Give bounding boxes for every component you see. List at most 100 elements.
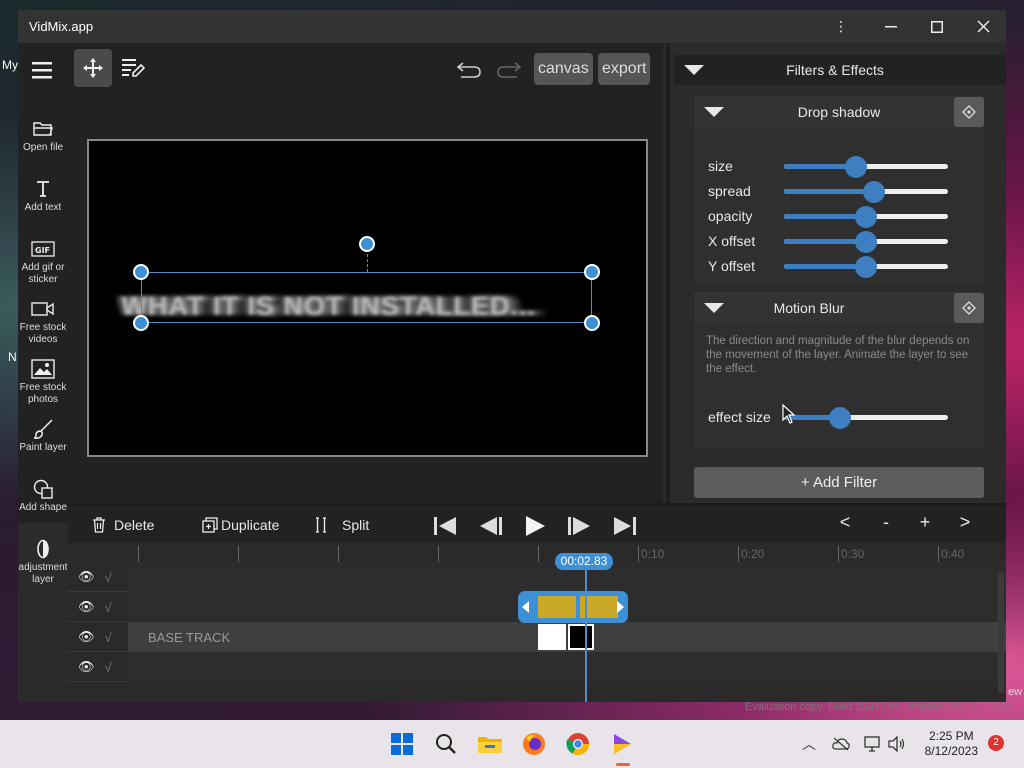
maximize-button[interactable] bbox=[914, 10, 960, 43]
zoom-in-button[interactable]: + bbox=[915, 512, 935, 533]
windows-start-icon[interactable] bbox=[386, 728, 418, 760]
timeline[interactable]: 0:10 0:20 0:30 0:40 👁 √ 👁 √ 👁 √ BASE TRACK … bbox=[68, 543, 1006, 702]
opacity-slider[interactable]: opacity bbox=[708, 206, 968, 228]
add-shape-tool[interactable]: Add shape bbox=[18, 479, 68, 514]
resize-handle-top-right[interactable] bbox=[584, 264, 600, 280]
video-canvas[interactable]: WHAT IT IS NOT INSTALLED... bbox=[87, 139, 648, 457]
firefox-icon[interactable] bbox=[518, 728, 550, 760]
step-forward-icon[interactable] bbox=[564, 512, 594, 540]
keyframe-diamond-icon[interactable] bbox=[954, 97, 984, 127]
stock-videos-tool[interactable]: Free stock videos bbox=[18, 299, 68, 346]
search-icon[interactable] bbox=[430, 728, 462, 760]
add-filter-button[interactable]: + Add Filter bbox=[694, 467, 984, 498]
eye-icon[interactable]: 👁 bbox=[78, 629, 95, 645]
file-explorer-icon[interactable] bbox=[474, 728, 506, 760]
play-icon[interactable] bbox=[520, 512, 550, 540]
adjustment-layer-tool[interactable]: adjustment layer bbox=[18, 539, 68, 586]
resize-handle-bottom-right[interactable] bbox=[584, 315, 600, 331]
network-icon[interactable] bbox=[864, 736, 882, 752]
delete-button[interactable]: Delete bbox=[92, 512, 154, 538]
scroll-left-button[interactable]: < bbox=[835, 512, 855, 533]
spread-slider[interactable]: spread bbox=[708, 181, 968, 203]
motion-blur-title: Motion Blur bbox=[773, 300, 845, 316]
vidmix-app-icon[interactable] bbox=[606, 728, 638, 760]
collapse-arrow-icon bbox=[704, 107, 724, 117]
move-tool-icon[interactable] bbox=[74, 49, 112, 87]
eye-icon[interactable]: 👁 bbox=[78, 569, 95, 585]
white-clip-thumbnail[interactable] bbox=[538, 624, 566, 650]
more-options-icon[interactable]: ⋮ bbox=[818, 10, 864, 43]
undo-icon[interactable] bbox=[450, 51, 488, 89]
step-back-icon[interactable] bbox=[476, 512, 506, 540]
notification-badge[interactable]: 2 bbox=[988, 735, 1004, 751]
effect-size-slider[interactable]: effect size bbox=[708, 407, 968, 429]
base-track-lane[interactable]: BASE TRACK bbox=[128, 622, 1006, 652]
stock-videos-label: Free stock videos bbox=[19, 322, 67, 345]
open-file-tool[interactable]: Open file bbox=[18, 119, 68, 154]
system-clock[interactable]: 2:25 PM 8/12/2023 bbox=[925, 729, 978, 759]
resize-handle-bottom-left[interactable] bbox=[133, 315, 149, 331]
edit-list-icon[interactable] bbox=[114, 49, 152, 87]
x-offset-knob[interactable] bbox=[855, 231, 877, 253]
x-offset-track[interactable] bbox=[784, 231, 948, 253]
selected-text-clip[interactable] bbox=[518, 591, 628, 623]
y-offset-knob[interactable] bbox=[855, 256, 877, 278]
split-icon bbox=[316, 517, 326, 533]
skip-to-end-icon[interactable] bbox=[610, 512, 640, 540]
track-lane[interactable] bbox=[128, 652, 1006, 682]
opacity-track[interactable] bbox=[784, 206, 948, 228]
zoom-out-button[interactable]: - bbox=[876, 512, 896, 533]
add-text-tool[interactable]: Add text bbox=[18, 179, 68, 214]
ruler-tick bbox=[538, 546, 541, 562]
close-button[interactable] bbox=[960, 10, 1006, 43]
spread-knob[interactable] bbox=[863, 181, 886, 203]
minimize-button[interactable] bbox=[868, 10, 914, 43]
size-slider[interactable]: size bbox=[708, 156, 968, 178]
opacity-knob[interactable] bbox=[855, 206, 877, 228]
timeline-scrollbar[interactable] bbox=[998, 573, 1004, 693]
export-button[interactable]: export bbox=[598, 53, 651, 85]
y-offset-track[interactable] bbox=[784, 256, 948, 278]
x-offset-slider[interactable]: X offset bbox=[708, 231, 968, 253]
checkmark-icon[interactable]: √ bbox=[105, 660, 112, 675]
chevron-up-icon[interactable]: ︿ bbox=[802, 734, 816, 754]
playhead[interactable] bbox=[585, 553, 587, 702]
volume-icon[interactable] bbox=[888, 736, 906, 752]
spread-track[interactable] bbox=[784, 181, 948, 203]
skip-to-start-icon[interactable] bbox=[430, 512, 460, 540]
effect-size-track[interactable] bbox=[784, 407, 948, 429]
size-knob[interactable] bbox=[845, 156, 868, 178]
motion-blur-header[interactable]: Motion Blur bbox=[694, 292, 984, 324]
stock-photos-tool[interactable]: Free stock photos bbox=[18, 359, 68, 406]
selection-box[interactable] bbox=[141, 272, 592, 323]
hamburger-menu-icon[interactable] bbox=[24, 51, 62, 89]
rotate-handle[interactable] bbox=[359, 236, 375, 252]
trim-right-handle-icon[interactable] bbox=[616, 601, 624, 613]
trim-left-handle-icon[interactable] bbox=[522, 601, 530, 613]
filters-effects-header[interactable]: Filters & Effects bbox=[674, 55, 1006, 85]
split-button[interactable]: Split bbox=[314, 512, 369, 538]
checkmark-icon[interactable]: √ bbox=[105, 600, 112, 615]
redo-icon[interactable] bbox=[490, 51, 528, 89]
duplicate-button[interactable]: Duplicate bbox=[202, 512, 279, 538]
drop-shadow-header[interactable]: Drop shadow bbox=[694, 96, 984, 128]
keyframe-diamond-icon[interactable] bbox=[954, 293, 984, 323]
eye-icon[interactable]: 👁 bbox=[78, 659, 95, 675]
adjustment-icon bbox=[37, 539, 49, 559]
checkmark-icon[interactable]: √ bbox=[105, 570, 112, 585]
canvas-button[interactable]: canvas bbox=[534, 53, 593, 85]
effect-size-knob[interactable] bbox=[828, 407, 851, 429]
chrome-icon[interactable] bbox=[562, 728, 594, 760]
eye-icon[interactable]: 👁 bbox=[78, 599, 95, 615]
size-track[interactable] bbox=[784, 156, 948, 178]
resize-handle-top-left[interactable] bbox=[133, 264, 149, 280]
y-offset-slider[interactable]: Y offset bbox=[708, 256, 968, 278]
cloud-offline-icon[interactable] bbox=[832, 737, 850, 751]
scroll-right-button[interactable]: > bbox=[955, 512, 975, 533]
effect-size-label: effect size bbox=[708, 409, 771, 425]
add-gif-tool[interactable]: GIF Add gif or sticker bbox=[18, 239, 68, 286]
app-window: VidMix.app ⋮ canvas export Open file Add… bbox=[18, 10, 1006, 702]
black-clip-thumbnail[interactable] bbox=[568, 624, 594, 650]
checkmark-icon[interactable]: √ bbox=[105, 630, 112, 645]
paint-layer-tool[interactable]: Paint layer bbox=[18, 419, 68, 454]
